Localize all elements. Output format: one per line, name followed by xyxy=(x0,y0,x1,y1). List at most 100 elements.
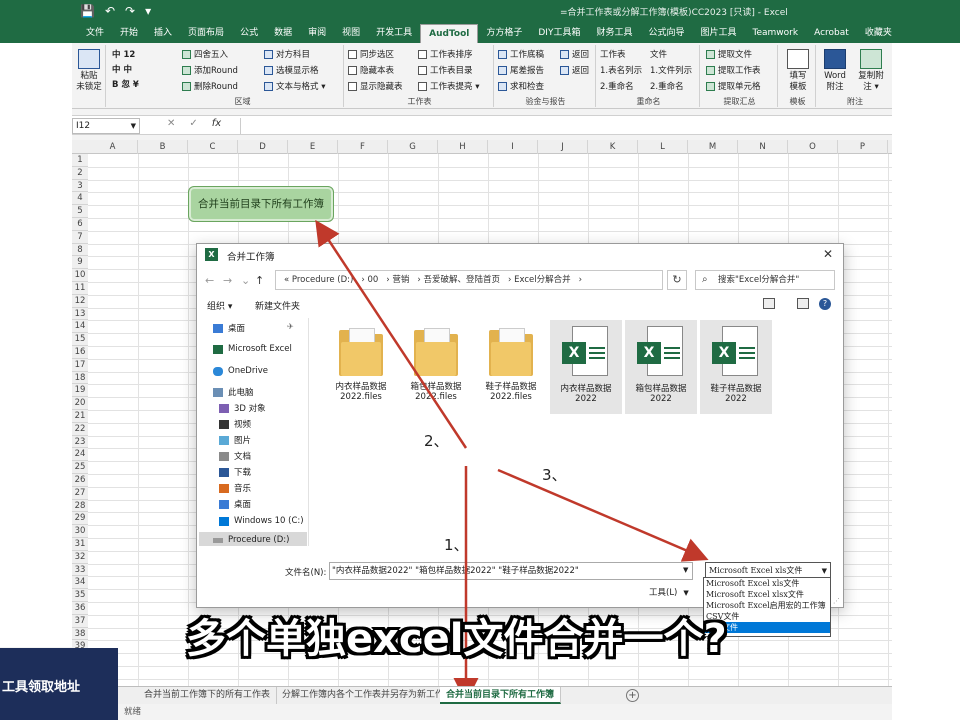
folder-item[interactable]: 箱包样品数据2022.files xyxy=(400,320,472,414)
row-header[interactable]: 38 xyxy=(72,627,88,641)
column-header[interactable]: N xyxy=(738,140,788,154)
column-header[interactable]: F xyxy=(338,140,388,154)
row-header[interactable]: 3 xyxy=(72,179,88,193)
nav-item[interactable]: 文档 xyxy=(219,450,251,462)
nav-item[interactable]: 此电脑 xyxy=(213,386,254,398)
breadcrumb-segment[interactable]: › xyxy=(579,275,582,285)
hide-sheet-button[interactable]: 隐藏本表 xyxy=(348,64,394,76)
organize-button[interactable]: 组织 ▾ xyxy=(207,299,232,312)
name-box-dropdown-icon[interactable]: ▼ xyxy=(131,119,136,133)
row-header[interactable]: 17 xyxy=(72,358,88,372)
sheet-toc-button[interactable]: 工作表目录 xyxy=(418,64,473,76)
text-format-button[interactable]: 文本与格式 ▾ xyxy=(264,80,325,92)
sheet-tab-merge-sheets[interactable]: 合并当前工作簿下的所有工作表 xyxy=(138,687,278,704)
nav-item[interactable]: Windows 10 (C:) xyxy=(219,516,304,526)
redo-icon[interactable]: ↷ xyxy=(125,4,135,18)
file-type-option[interactable]: Microsoft Excel xls文件 xyxy=(704,578,830,589)
row-header[interactable]: 24 xyxy=(72,448,88,462)
save-icon[interactable]: 💾 xyxy=(80,4,95,18)
ribbon-tab[interactable]: AudTool xyxy=(420,24,479,43)
breadcrumb-segment[interactable]: › 00 xyxy=(361,275,378,285)
row-header[interactable]: 2 xyxy=(72,166,88,180)
row-header[interactable]: 13 xyxy=(72,307,88,321)
rename-files-button[interactable]: 2.重命名 xyxy=(650,80,684,92)
search-input[interactable]: ⌕ 搜索"Excel分解合并" xyxy=(695,270,835,290)
column-header[interactable]: G xyxy=(388,140,438,154)
customize-chevron-icon[interactable]: ▾ xyxy=(145,4,151,18)
list-sheet-names-button[interactable]: 1.表名列示 xyxy=(600,64,642,76)
row-header[interactable]: 22 xyxy=(72,422,88,436)
row-header[interactable]: 29 xyxy=(72,512,88,526)
column-header[interactable]: O xyxy=(788,140,838,154)
extract-sheet-button[interactable]: 提取工作表 xyxy=(706,64,761,76)
ribbon-tab[interactable]: DIY工具箱 xyxy=(530,24,588,43)
ribbon-tab[interactable]: 审阅 xyxy=(300,24,334,43)
counter-account-button[interactable]: 对方科目 xyxy=(264,48,310,60)
ribbon-tab[interactable]: 收藏夹 xyxy=(857,24,900,43)
column-header[interactable]: A xyxy=(88,140,138,154)
nav-item[interactable]: 下载 xyxy=(219,466,251,478)
column-header[interactable]: E xyxy=(288,140,338,154)
merge-workbooks-button[interactable]: 合并当前目录下所有工作簿 xyxy=(188,186,334,222)
row-header[interactable]: 26 xyxy=(72,474,88,487)
file-type-option[interactable]: Microsoft Excel xlsx文件 xyxy=(704,589,830,600)
ribbon-tab[interactable]: 文件 xyxy=(78,24,112,43)
row-header[interactable]: 15 xyxy=(72,333,88,346)
add-sheet-icon[interactable]: + xyxy=(626,689,639,702)
column-header[interactable]: P xyxy=(838,140,888,154)
paste-button[interactable]: 粘贴 未锁定 xyxy=(74,49,104,93)
row-header[interactable]: 33 xyxy=(72,563,88,577)
row-header[interactable]: 9 xyxy=(72,256,88,270)
row-header[interactable]: 23 xyxy=(72,435,88,449)
row-header[interactable]: 34 xyxy=(72,576,88,590)
refresh-icon[interactable]: ↻ xyxy=(667,270,687,290)
row-header[interactable]: 12 xyxy=(72,294,88,308)
sheet-tab-merge-workbooks[interactable]: 合并当前目录下所有工作簿 xyxy=(440,687,562,704)
rename-sheets-button[interactable]: 2.重命名 xyxy=(600,80,634,92)
word-notes-button[interactable]: Word 附注 xyxy=(820,49,850,93)
ribbon-tab[interactable]: 视图 xyxy=(334,24,368,43)
sync-selection-button[interactable]: 同步选区 xyxy=(348,48,394,60)
promo-banner[interactable]: 工具领取地址 xyxy=(0,648,118,720)
ribbon-tab[interactable]: 公式向导 xyxy=(640,24,692,43)
row-header[interactable]: 16 xyxy=(72,346,88,359)
nav-item[interactable]: 桌面 xyxy=(219,498,251,510)
ribbon-tab[interactable]: Teamwork xyxy=(745,24,807,43)
breadcrumb-segment[interactable]: « Procedure (D:) xyxy=(284,275,353,285)
view-options-icon[interactable] xyxy=(763,298,775,309)
row-header[interactable]: 10 xyxy=(72,269,88,282)
ribbon-tab[interactable]: 开始 xyxy=(112,24,146,43)
list-files-button[interactable]: 1.文件列示 xyxy=(650,64,692,76)
ribbon-tab[interactable]: 数据 xyxy=(266,24,300,43)
insert-function-icon[interactable]: fx xyxy=(212,118,221,129)
select-display-button[interactable]: 选模显示格 xyxy=(264,64,319,76)
ribbon-tab[interactable]: 图片工具 xyxy=(693,24,745,43)
sheet-sort-button[interactable]: 工作表排序 xyxy=(418,48,473,60)
row-header[interactable]: 37 xyxy=(72,614,88,628)
recent-chevron-icon[interactable]: ⌄ xyxy=(241,274,250,287)
fill-template-button[interactable]: 填写 模板 xyxy=(783,49,813,93)
ribbon-tab[interactable]: 开发工具 xyxy=(368,24,420,43)
resize-grip-icon[interactable]: ⋰ xyxy=(833,597,840,605)
row-header[interactable]: 35 xyxy=(72,589,88,602)
column-header[interactable]: B xyxy=(138,140,188,154)
row-header[interactable]: 19 xyxy=(72,384,88,398)
ribbon-tab[interactable]: 方方格子 xyxy=(478,24,530,43)
folder-item[interactable]: 鞋子样品数据2022.files xyxy=(475,320,547,414)
column-header[interactable]: M xyxy=(688,140,738,154)
new-folder-button[interactable]: 新建文件夹 xyxy=(255,299,300,312)
help-icon[interactable]: ? xyxy=(819,298,831,310)
breadcrumb-segment[interactable]: › Excel分解合并 xyxy=(508,275,571,285)
ribbon-tab[interactable]: 公式 xyxy=(232,24,266,43)
return-button-2[interactable]: 返回 xyxy=(560,64,589,76)
nav-item[interactable]: 3D 对象 xyxy=(219,402,266,414)
return-button-1[interactable]: 返回 xyxy=(560,48,589,60)
breadcrumb-segment[interactable]: › 吾爱破解、登陆首页 xyxy=(417,275,500,285)
pin-icon[interactable]: ✈ xyxy=(287,322,294,331)
row-header[interactable]: 18 xyxy=(72,371,88,385)
tail-diff-button[interactable]: 尾差报告 xyxy=(498,64,544,76)
row-header[interactable]: 36 xyxy=(72,602,88,615)
sum-check-button[interactable]: 求和检查 xyxy=(498,80,544,92)
row-header[interactable]: 11 xyxy=(72,282,88,295)
copy-notes-button[interactable]: 复制附 注 ▾ xyxy=(854,49,888,93)
